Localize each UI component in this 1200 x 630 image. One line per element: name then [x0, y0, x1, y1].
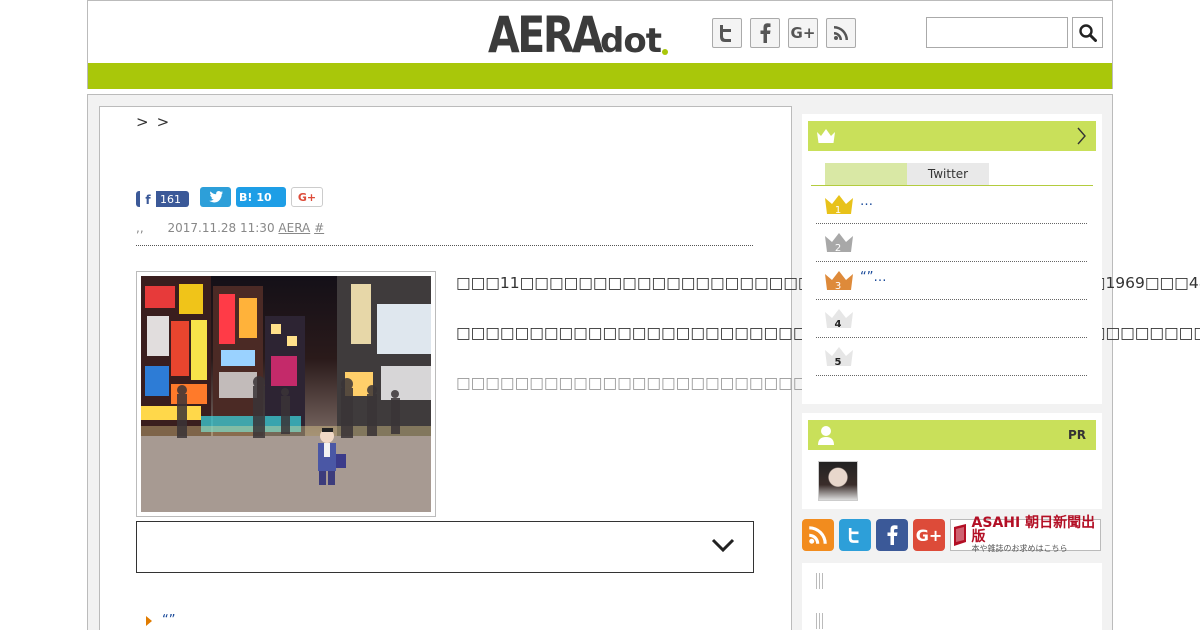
ranking-item[interactable]: 4 [816, 300, 1087, 338]
facebook-icon [760, 23, 771, 43]
rss-button[interactable] [826, 18, 856, 48]
meta-prefix: ,, [136, 221, 144, 235]
pr-widget: PR [802, 413, 1102, 509]
ranking-item[interactable]: 5 [816, 338, 1087, 376]
twitter-follow-link[interactable] [839, 519, 871, 551]
ranking-widget: Twitter 1 … 2 3 “”… 4 5 [802, 114, 1102, 404]
twitter-button[interactable] [712, 18, 742, 48]
google-plus-button[interactable]: G+ [788, 18, 818, 48]
tab-ranking-access[interactable] [825, 163, 907, 185]
plain-crown-icon: 5 [825, 347, 853, 367]
street-scene-image [141, 276, 431, 512]
source-link[interactable]: AERA [278, 221, 310, 235]
hatena-bookmark-count: 10 [256, 190, 272, 204]
facebook-follow-link[interactable] [876, 519, 908, 551]
article-paragraph-faded: □□□□□□□□□□□□□□□□□□□□□□□□□□□□□□□ [456, 374, 910, 392]
chevron-down-icon [711, 538, 735, 553]
google-plus-share-button[interactable]: G+ [291, 187, 323, 207]
header-green-bar [87, 63, 1113, 89]
silver-crown-icon: 2 [825, 233, 853, 253]
ranking-header[interactable] [808, 121, 1096, 151]
svg-text:2: 2 [835, 243, 841, 253]
search-button[interactable] [1072, 17, 1103, 48]
search-icon [1078, 23, 1097, 42]
rss-feed-link[interactable] [802, 519, 834, 551]
orange-arrow-icon [146, 615, 152, 626]
svg-text:5: 5 [835, 357, 842, 367]
crown-icon [817, 129, 835, 143]
placeholder-marker [816, 573, 824, 589]
twitter-share-button[interactable] [200, 187, 231, 207]
ranking-item[interactable]: 2 [816, 224, 1087, 262]
rss-icon [834, 26, 848, 40]
page: AERA dot G+ > > f 161 B! 10 G+ ,, 2017.1… [0, 0, 1200, 630]
rss-icon [809, 526, 827, 544]
facebook-icon: f [140, 191, 156, 207]
google-plus-icon: G+ [915, 525, 943, 545]
facebook-share-button[interactable]: f 161 [136, 191, 189, 207]
bronze-crown-icon: 3 [825, 271, 853, 291]
twitter-icon [720, 25, 731, 42]
asahi-publications-banner[interactable]: ASAHI 朝日新聞出版 本や雑誌のお求めはこちら [950, 516, 1101, 554]
hatena-bookmark-button[interactable]: B! 10 [236, 187, 286, 207]
related-article-link[interactable]: “” [146, 613, 175, 628]
facebook-button[interactable] [750, 18, 780, 48]
facebook-share-count: 161 [160, 192, 181, 206]
breadcrumb-separator[interactable]: > [136, 113, 149, 131]
facebook-icon [887, 525, 898, 545]
ranking-item-title: “”… [860, 270, 887, 285]
read-more-expander[interactable] [136, 521, 754, 573]
pr-header: PR [808, 420, 1096, 450]
logo-green-dot [661, 49, 668, 55]
logo-dot-text: dot [600, 21, 662, 61]
google-plus-icon: G+ [297, 190, 317, 204]
pr-thumbnail[interactable] [818, 461, 858, 501]
svg-text:3: 3 [835, 281, 841, 291]
sidebar-lower-widget [802, 563, 1102, 630]
svg-text:1: 1 [835, 205, 841, 215]
article-body: □□□11□□□□□□□□□□□□□□□□□□□□□□□□□□□□□□□□□□□… [456, 271, 1200, 421]
svg-text:4: 4 [835, 319, 842, 329]
asahi-banner-subtitle: 本や雑誌のお求めはこちら [971, 544, 1068, 553]
article-meta: ,, 2017.11.28 11:30 AERA # [136, 221, 753, 246]
book-icon [951, 520, 972, 550]
tab-ranking-twitter[interactable]: Twitter [907, 163, 989, 185]
search-input[interactable] [926, 17, 1068, 48]
ranking-item-title: … [860, 194, 873, 209]
gold-crown-icon: 1 [825, 195, 853, 215]
asahi-banner-title: ASAHI 朝日新聞出版 [971, 515, 1096, 545]
site-logo[interactable]: AERA dot [488, 5, 668, 61]
placeholder-marker [816, 613, 824, 629]
twitter-bird-icon [208, 191, 223, 203]
plain-crown-icon: 4 [825, 309, 853, 329]
publish-date: 2017.11.28 11:30 [167, 221, 275, 235]
breadcrumb: > > [136, 113, 169, 131]
chevron-right-icon [1077, 127, 1086, 145]
google-plus-follow-link[interactable]: G+ [913, 519, 945, 551]
related-article-title: “” [162, 613, 176, 628]
photo-illustration [141, 276, 431, 512]
asahi-banner-text: ASAHI 朝日新聞出版 本や雑誌のお求めはこちら [972, 516, 1100, 554]
ranking-item[interactable]: 3 “”… [816, 262, 1087, 300]
article-paragraph: □□□11□□□□□□□□□□□□□□□□□□□□□□□□□□□□□□□□□□□… [456, 271, 1200, 296]
google-plus-icon: G+ [790, 24, 816, 42]
logo-aera-text: AERA [488, 6, 604, 64]
pr-label: PR [1067, 428, 1086, 442]
person-icon [818, 426, 834, 445]
ranking-tabs: Twitter [825, 163, 989, 185]
article-panel: > > f 161 B! 10 G+ ,, 2017.11.28 11:30 A… [99, 106, 1200, 630]
breadcrumb-separator[interactable]: > [157, 113, 170, 131]
hatena-icon: B! [239, 190, 253, 204]
twitter-icon [848, 528, 859, 543]
article-photo[interactable] [136, 271, 436, 517]
ranking-item[interactable]: 1 … [816, 186, 1087, 224]
article-paragraph: □□□□□□□□□□□□□□□□□□□□□□□□□43□□□□□□□□□□□□□… [456, 321, 1200, 346]
hashtag-link[interactable]: # [314, 221, 324, 235]
